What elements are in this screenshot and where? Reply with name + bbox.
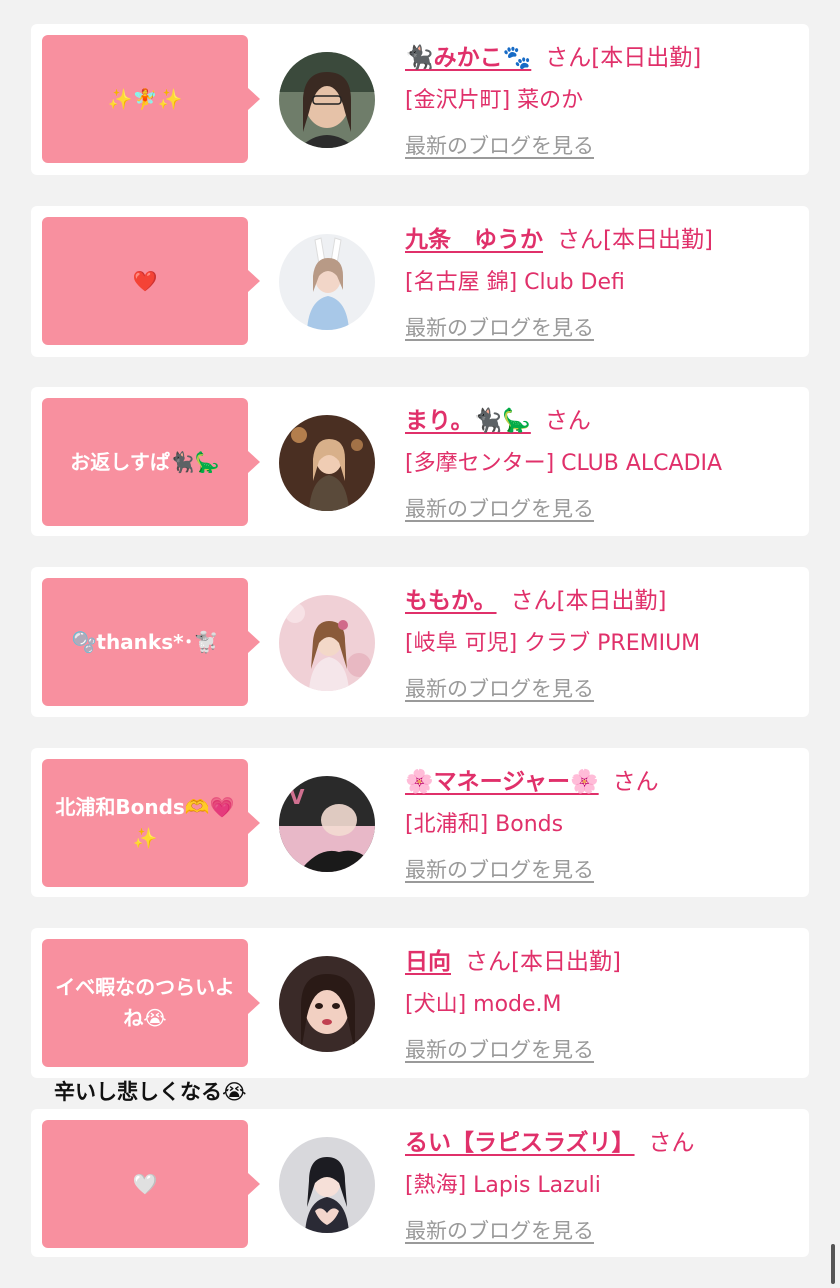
- name-line: 日向 さん[本日出勤]: [405, 942, 621, 976]
- avatar[interactable]: [279, 234, 375, 330]
- girl-name-link[interactable]: 日向: [405, 949, 451, 975]
- girl-card: イベ暇なのつらいよね😭 日向 さん[本日出勤] [犬山] mode.M 最新のブロ…: [31, 928, 809, 1078]
- girl-card: ✨🧚✨ 🐈‍⬛みかこ🐾 さん[本日出勤] [金沢片町] 菜のか 最新のブログを見る: [31, 24, 809, 175]
- latest-blog-link[interactable]: 最新のブログを見る: [405, 312, 594, 342]
- shop-label: [熱海] Lapis Lazuli: [405, 1173, 601, 1198]
- latest-blog-link[interactable]: 最新のブログを見る: [405, 1034, 594, 1064]
- shift-status: [本日出勤]: [591, 45, 702, 71]
- svg-text:V: V: [289, 785, 305, 809]
- name-line: ももか。 さん[本日出勤]: [405, 581, 667, 615]
- girl-name-link[interactable]: まり。🐈‍⬛🦕: [405, 408, 531, 434]
- girl-name-link[interactable]: るい【ラピスラズリ】: [405, 1130, 635, 1156]
- honorific: さん: [510, 588, 557, 614]
- name-line: 🐈‍⬛みかこ🐾 さん[本日出勤]: [405, 38, 701, 72]
- avatar[interactable]: [279, 595, 375, 691]
- honorific: さん: [545, 45, 592, 71]
- latest-blog-link[interactable]: 最新のブログを見る: [405, 130, 594, 160]
- message-bubble: ❤️: [42, 217, 260, 345]
- shop-label: [名古屋 錦] Club Defi: [405, 270, 625, 295]
- latest-blog-link[interactable]: 最新のブログを見る: [405, 493, 594, 523]
- name-line: るい【ラピスラズリ】 さん: [405, 1123, 695, 1157]
- message-overflow-text: 辛いし悲しくなる😭: [54, 1080, 247, 1104]
- girl-card: お返しすぱ🐈‍⬛🦕 まり。🐈‍⬛🦕 さん [多摩センター] CLUB ALCADI…: [31, 387, 809, 536]
- message-bubble: 北浦和Bonds🫶💗✨: [42, 759, 260, 887]
- girl-name-link[interactable]: 🐈‍⬛みかこ🐾: [405, 45, 531, 71]
- girl-card: 🤍 るい【ラピスラズリ】 さん [熱海] Lapis Lazuli 最新のブログを…: [31, 1109, 809, 1257]
- message-bubble: イベ暇なのつらいよね😭: [42, 939, 260, 1067]
- message-bubble: お返しすぱ🐈‍⬛🦕: [42, 398, 260, 526]
- shop-label: [多摩センター] CLUB ALCADIA: [405, 451, 723, 476]
- name-line: 九条 ゆうか さん[本日出勤]: [405, 220, 713, 254]
- honorific: さん: [648, 1130, 695, 1156]
- girl-name-link[interactable]: 🌸マネージャー🌸: [405, 769, 599, 795]
- avatar[interactable]: [279, 1137, 375, 1233]
- name-line: まり。🐈‍⬛🦕 さん: [405, 401, 591, 435]
- avatar[interactable]: V: [279, 776, 375, 872]
- latest-blog-link[interactable]: 最新のブログを見る: [405, 1215, 594, 1245]
- avatar[interactable]: [279, 956, 375, 1052]
- shop-label: [犬山] mode.M: [405, 992, 562, 1017]
- girl-name-link[interactable]: ももか。: [405, 588, 497, 614]
- shop-label: [金沢片町] 菜のか: [405, 88, 584, 113]
- shop-label: [岐阜 可児] クラブ PREMIUM: [405, 631, 701, 656]
- honorific: さん: [557, 227, 603, 253]
- shift-status: [本日出勤]: [511, 949, 621, 975]
- latest-blog-link[interactable]: 最新のブログを見る: [405, 854, 594, 884]
- latest-blog-link[interactable]: 最新のブログを見る: [405, 673, 594, 703]
- message-bubble: 🫧thanks*･🐩: [42, 578, 260, 706]
- shop-label: [北浦和] Bonds: [405, 812, 564, 837]
- avatar[interactable]: [279, 415, 375, 511]
- girl-card: ❤️ 九条 ゆうか さん[本日出勤] [名古屋 錦] Club Defi 最新のブ…: [31, 206, 809, 357]
- shift-status: [本日出勤]: [603, 227, 713, 253]
- honorific: さん: [465, 949, 511, 975]
- honorific: さん: [544, 408, 591, 434]
- message-bubble: ✨🧚✨: [42, 35, 260, 163]
- message-bubble: 🤍: [42, 1120, 260, 1248]
- avatar[interactable]: [279, 52, 375, 148]
- honorific: さん: [612, 769, 659, 795]
- girl-card: 🫧thanks*･🐩 ももか。 さん[本日出勤] [岐阜 可児] クラブ PREM…: [31, 567, 809, 717]
- girl-name-link[interactable]: 九条 ゆうか: [405, 227, 543, 253]
- girl-card: 北浦和Bonds🫶💗✨ V 🌸マネージャー🌸 さん [北浦和] Bonds 最新の…: [31, 748, 809, 897]
- name-line: 🌸マネージャー🌸 さん: [405, 762, 659, 796]
- scroll-indicator[interactable]: [831, 1244, 835, 1284]
- shift-status: [本日出勤]: [556, 588, 667, 614]
